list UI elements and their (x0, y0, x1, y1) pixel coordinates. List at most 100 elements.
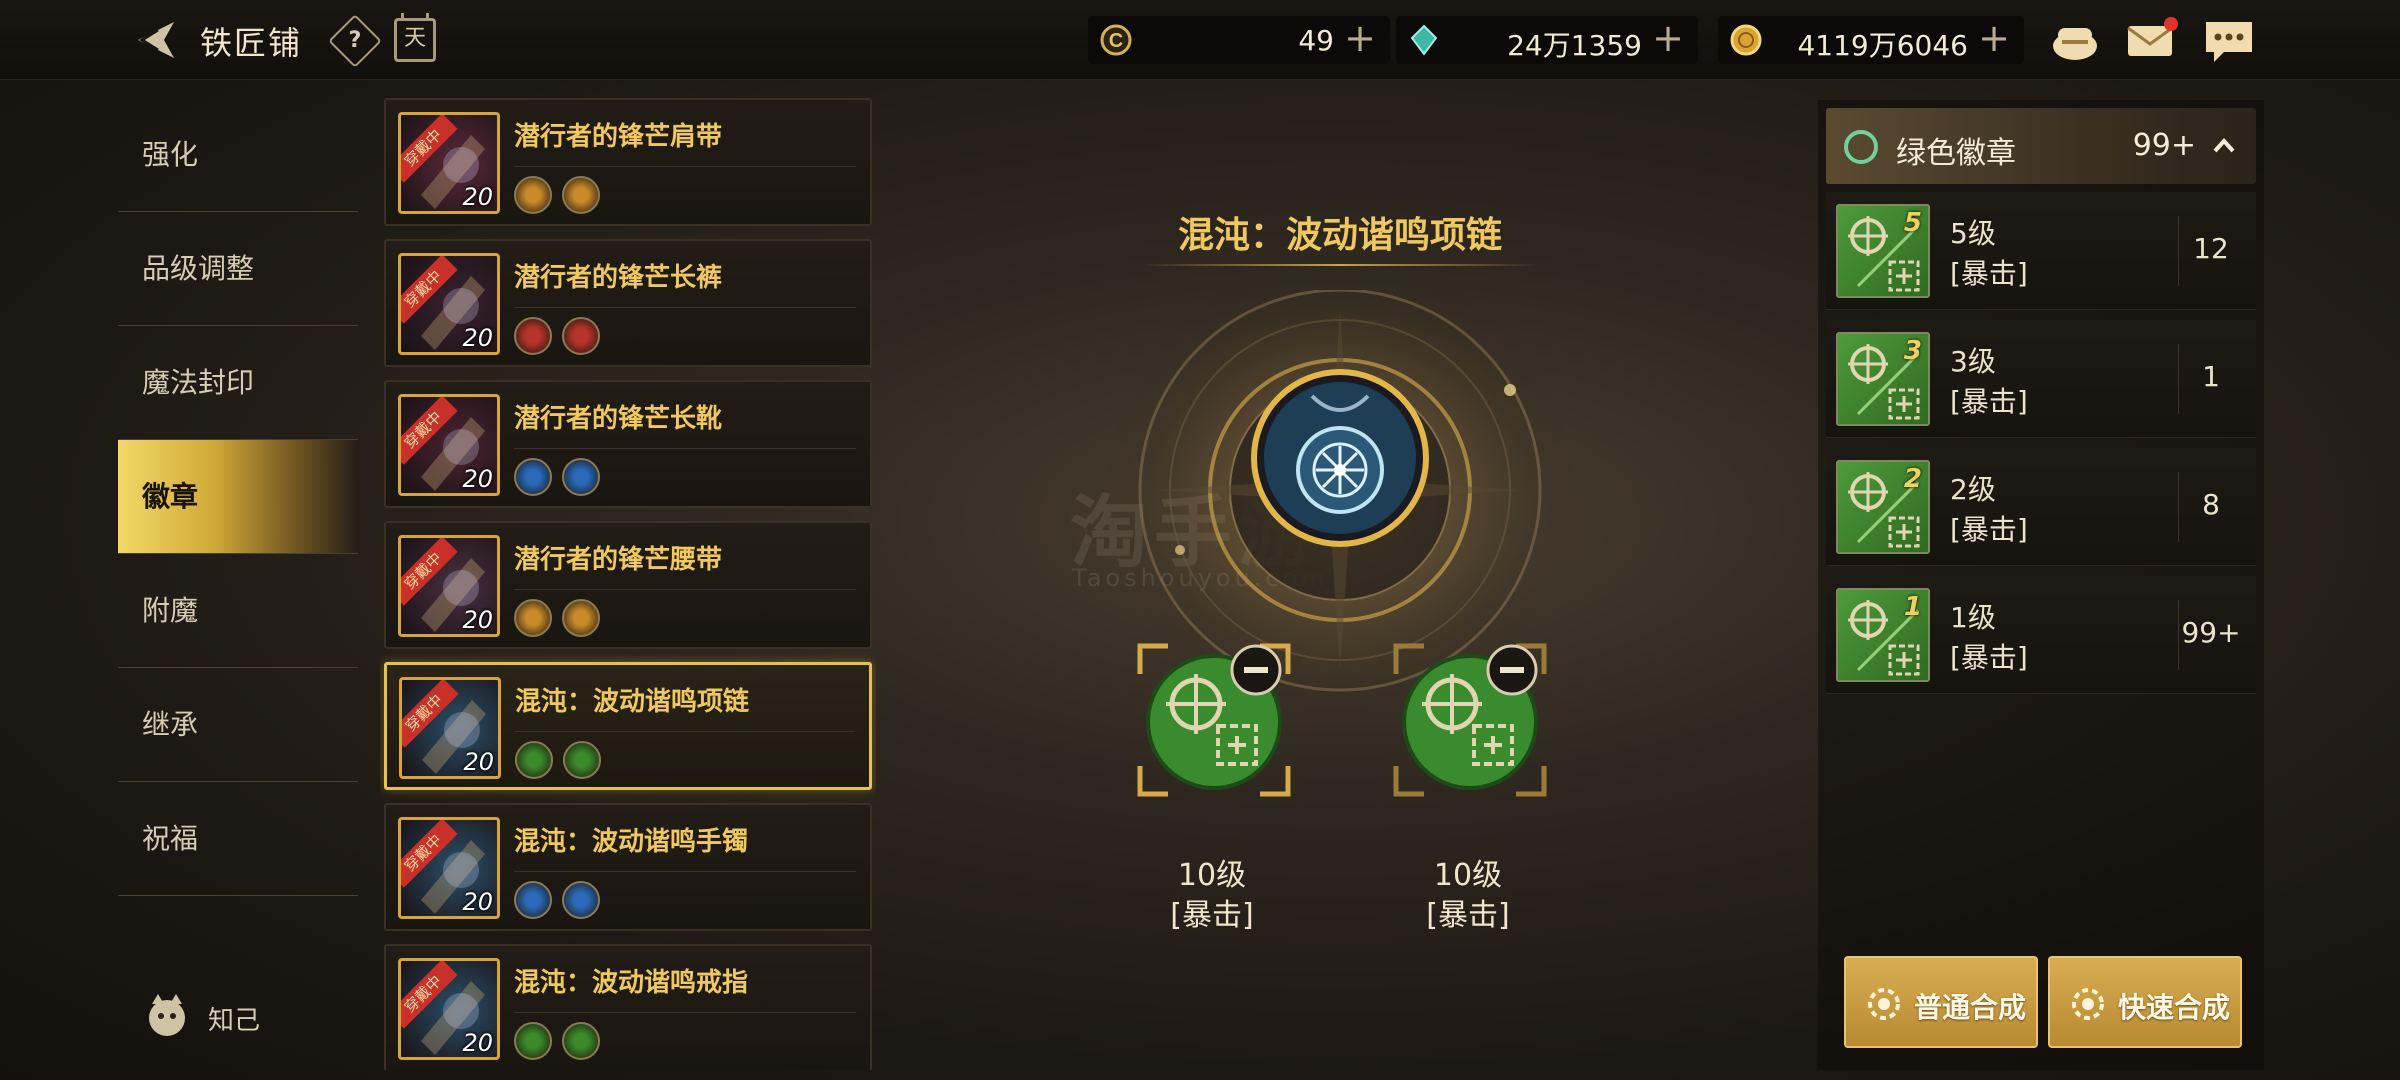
item-divider (514, 307, 856, 308)
item-level: 20 (462, 465, 493, 493)
item-divider (514, 589, 856, 590)
tab-bless[interactable]: 祝福 (118, 782, 358, 896)
badge-slot-icon (562, 599, 600, 637)
equipment-item[interactable]: 穿戴中 20 潜行者的锋芒长裤 (384, 239, 872, 367)
help-button[interactable]: ? (328, 14, 382, 68)
equipment-icon: 穿戴中 20 (398, 112, 500, 214)
equipment-icon: 穿戴中 20 (398, 535, 500, 637)
equipment-icon: 穿戴中 20 (399, 677, 501, 779)
craft-gear-icon (1868, 988, 1900, 1020)
badge-panel: 绿色徽章 99+ 5 5级 [暴击] 12 3 3级 [暴击] 1 2 2级 [暴击] 8 1 1级 [暴击… (1818, 100, 2264, 1070)
equipment-item[interactable]: 穿戴中 20 混沌：波动谐鸣项链 (384, 662, 872, 790)
companion-icon (149, 994, 185, 1036)
green-badge-ring-icon (1844, 130, 1878, 164)
item-level: 20 (463, 748, 494, 776)
badge-count: 1 (2202, 360, 2220, 393)
badge-grade: 5 (1903, 208, 1922, 238)
material-slot-2[interactable] (1390, 640, 1550, 800)
item-name: 潜行者的锋芒长靴 (514, 404, 723, 434)
crit-badge-icon: 3 (1836, 332, 1930, 426)
equipment-item[interactable]: 穿戴中 20 混沌：波动谐鸣手镯 (384, 803, 872, 931)
quick-craft-button[interactable]: 快速合成 (2048, 956, 2242, 1048)
normal-craft-button[interactable]: 普通合成 (1844, 956, 2038, 1048)
category-tabs: 强化 品级调整 魔法封印 徽章 附魔 继承 祝福 (118, 98, 358, 896)
badge-count: 8 (2202, 488, 2220, 521)
badge-level: 1级 (1950, 601, 1996, 634)
crystal-icon (1410, 24, 1438, 56)
tab-grade-adjust[interactable]: 品级调整 (118, 212, 358, 326)
currency-value: 24万1359 (1507, 29, 1642, 62)
badge-grade: 2 (1903, 464, 1922, 494)
crit-badge-icon: 5 (1836, 204, 1930, 298)
mail-icon[interactable] (2124, 14, 2178, 66)
badge-row[interactable]: 5 5级 [暴击] 12 (1826, 192, 2256, 310)
badge-type: [暴击] (1950, 513, 2028, 546)
equipment-icon: 穿戴中 20 (398, 817, 500, 919)
c-coin-icon: C (1100, 24, 1132, 56)
badge-count: 12 (2193, 232, 2229, 265)
badge-filter-header[interactable]: 绿色徽章 99+ (1826, 108, 2256, 184)
gold-coin-icon (1730, 24, 1762, 56)
item-name: 混沌：波动谐鸣项链 (515, 687, 750, 717)
add-crystal-button[interactable]: + (1652, 18, 1684, 58)
badge-row[interactable]: 3 3级 [暴击] 1 (1826, 320, 2256, 438)
badge-filter-label: 绿色徽章 (1896, 136, 2016, 171)
currency-gold: 4119万6046 + (1718, 16, 2024, 64)
badge-type: [暴击] (1950, 385, 2028, 418)
page-title: 铁匠铺 (200, 24, 303, 62)
item-divider (514, 871, 856, 872)
item-name: 混沌：波动谐鸣戒指 (514, 968, 749, 998)
add-gold-button[interactable]: + (1978, 18, 2010, 58)
selected-item-title: 混沌：波动谐鸣项链 (1177, 215, 1502, 256)
equipment-list[interactable]: 穿戴中 20 潜行者的锋芒肩带 穿戴中 20 潜行者的锋芒长裤 穿戴中 20 潜行者的锋芒长靴穿… (380, 96, 876, 1070)
equipment-item[interactable]: 穿戴中 20 混沌：波动谐鸣戒指 (384, 944, 872, 1070)
item-name: 潜行者的锋芒长裤 (514, 263, 723, 293)
item-level: 20 (462, 324, 493, 352)
badge-slot-icon (515, 741, 553, 779)
badge-slot-icon (562, 1022, 600, 1060)
back-arrow-icon[interactable] (130, 16, 180, 64)
tab-magic-seal[interactable]: 魔法封印 (118, 326, 358, 440)
chevron-up-icon[interactable] (2212, 134, 2236, 158)
material-1-level: 10级 (1177, 858, 1247, 893)
badge-grade: 3 (1903, 336, 1922, 366)
badge-slot-icon (514, 1022, 552, 1060)
item-divider (514, 166, 856, 167)
badge-row[interactable]: 1 1级 [暴击] 99+ (1826, 576, 2256, 694)
add-c-coin-button[interactable]: + (1344, 18, 1376, 58)
material-slot-1[interactable] (1134, 640, 1294, 800)
badge-level: 2级 (1950, 473, 1996, 506)
svg-text:C: C (1109, 30, 1123, 52)
normal-craft-label: 普通合成 (1914, 991, 2027, 1024)
item-level: 20 (462, 1029, 493, 1057)
equipment-icon: 穿戴中 20 (398, 253, 500, 355)
equipment-icon: 穿戴中 20 (398, 394, 500, 496)
pouch-icon[interactable] (2048, 14, 2102, 66)
tab-enhance[interactable]: 强化 (118, 98, 358, 212)
help-icon: ? (348, 28, 362, 53)
tab-inherit[interactable]: 继承 (118, 668, 358, 782)
tab-enchant[interactable]: 附魔 (118, 554, 358, 668)
top-bar: 铁匠铺 ? 天 C 49 + 24万1359 + 4119万6046 + (0, 0, 2400, 80)
currency-crystal: 24万1359 + (1396, 16, 1698, 64)
equipment-icon: 穿戴中 20 (398, 958, 500, 1060)
equipment-item[interactable]: 穿戴中 20 潜行者的锋芒长靴 (384, 380, 872, 508)
badge-filter-count: 99+ (2132, 128, 2196, 163)
chat-icon[interactable] (2202, 14, 2256, 66)
badge-slot-icon (514, 176, 552, 214)
companion-label: 知己 (208, 1006, 261, 1036)
currency-value: 4119万6046 (1797, 29, 1968, 62)
tab-badge[interactable]: 徽章 (118, 440, 358, 554)
companion-button[interactable]: 知己 (140, 990, 290, 1040)
badge-level: 3级 (1950, 345, 1996, 378)
badge-row[interactable]: 2 2级 [暴击] 8 (1826, 448, 2256, 566)
badge-slot-icon (562, 881, 600, 919)
craft-gear-icon (2072, 988, 2104, 1020)
equipment-item[interactable]: 穿戴中 20 潜行者的锋芒腰带 (384, 521, 872, 649)
item-level: 20 (462, 183, 493, 211)
currency-value: 49 (1298, 24, 1334, 57)
equipment-item[interactable]: 穿戴中 20 潜行者的锋芒肩带 (384, 98, 872, 226)
necklace-icon (1251, 369, 1429, 547)
badge-slot-icon (562, 458, 600, 496)
calendar-button[interactable]: 天 (394, 13, 436, 62)
